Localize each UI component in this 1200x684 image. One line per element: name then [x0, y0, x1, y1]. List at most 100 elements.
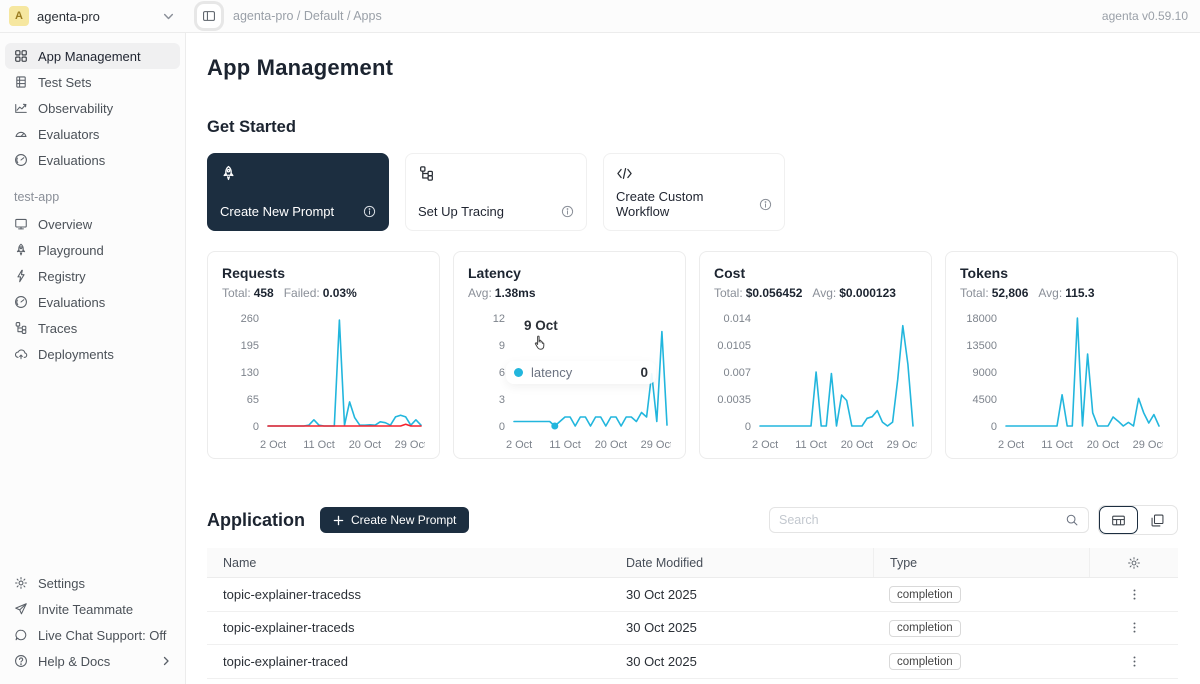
rocket-icon — [14, 243, 28, 257]
column-settings[interactable] — [1090, 556, 1178, 570]
stat-title: Latency — [468, 265, 671, 281]
requests-chart: 2601951306502 Oct11 Oct20 Oct29 Oct — [222, 310, 425, 461]
card-view-button[interactable] — [1138, 506, 1177, 534]
svg-text:0: 0 — [745, 421, 751, 433]
app-date: 30 Oct 2025 — [610, 654, 873, 669]
traces-icon — [14, 321, 28, 335]
table-row[interactable]: career-assessment 27 Oct 2025 completion — [207, 679, 1178, 684]
create-new-prompt-button[interactable]: Create New Prompt — [320, 507, 469, 533]
row-menu-button[interactable] — [1090, 621, 1178, 634]
sidebar-item-playground[interactable]: Playground — [5, 237, 180, 263]
lightning-icon — [14, 269, 28, 283]
tokens-card: Tokens Total:52,806 Avg:115.3 1800013500… — [945, 251, 1178, 459]
table-view-button[interactable] — [1099, 506, 1138, 534]
sidebar-item-label: Help & Docs — [38, 654, 110, 669]
sidebar-item-label: App Management — [38, 49, 141, 64]
svg-text:20 Oct: 20 Oct — [349, 439, 381, 451]
app-type: completion — [873, 653, 1090, 671]
app-name: topic-explainer-traced — [207, 654, 610, 669]
application-title: Application — [207, 510, 305, 531]
svg-text:11 Oct: 11 Oct — [795, 439, 827, 451]
svg-text:13500: 13500 — [966, 340, 997, 352]
card-label: Create Custom Workflow — [616, 189, 759, 219]
breadcrumb[interactable]: agenta-pro / Default / Apps — [233, 9, 382, 23]
sidebar-item-app-management[interactable]: App Management — [5, 43, 180, 69]
app-name: topic-explainer-tracedss — [207, 587, 610, 602]
test-sets-icon — [14, 75, 28, 89]
sidebar-item-traces[interactable]: Traces — [5, 315, 180, 341]
row-menu-button[interactable] — [1090, 655, 1178, 668]
info-icon[interactable] — [759, 198, 772, 211]
table-row[interactable]: topic-explainer-tracedss 30 Oct 2025 com… — [207, 578, 1178, 612]
sidebar-item-label: Invite Teammate — [38, 602, 133, 617]
svg-text:2 Oct: 2 Oct — [260, 439, 286, 451]
svg-text:3: 3 — [499, 394, 505, 406]
svg-text:12: 12 — [493, 313, 505, 325]
plus-icon — [333, 515, 344, 526]
svg-text:2 Oct: 2 Oct — [752, 439, 778, 451]
svg-text:260: 260 — [241, 313, 259, 325]
svg-text:65: 65 — [247, 394, 259, 406]
latency-chart: 1296302 Oct11 Oct20 Oct29 Oct9 Octlatenc… — [468, 310, 671, 461]
sidebar-item-label: Settings — [38, 576, 85, 591]
svg-text:29 Oct: 29 Oct — [395, 439, 425, 451]
sidebar-item-invite-teammate[interactable]: Invite Teammate — [5, 596, 180, 622]
sidebar-collapse-button[interactable] — [197, 4, 221, 28]
create-new-prompt-card[interactable]: Create New Prompt — [207, 153, 389, 231]
top-bar: A agenta-pro agenta-pro / Default / Apps… — [0, 0, 1200, 33]
sidebar-item-label: Evaluators — [38, 127, 99, 142]
svg-text:29 Oct: 29 Oct — [641, 439, 671, 451]
latency-card: Latency Avg:1.38ms 1296302 Oct11 Oct20 O… — [453, 251, 686, 459]
sidebar-item-label: Live Chat Support: Off — [38, 628, 166, 643]
sidebar-item-evaluators[interactable]: Evaluators — [5, 121, 180, 147]
chart-svg: 18000135009000450002 Oct11 Oct20 Oct29 O… — [960, 310, 1163, 456]
sidebar-item-label: Evaluations — [38, 295, 105, 310]
workspace-avatar: A — [9, 6, 29, 26]
stat-metric: Failed:0.03% — [284, 286, 357, 300]
svg-text:9: 9 — [499, 340, 505, 352]
table-row[interactable]: topic-explainer-traced 30 Oct 2025 compl… — [207, 645, 1178, 679]
row-menu-button[interactable] — [1090, 588, 1178, 601]
workspace-selector[interactable]: A agenta-pro — [0, 6, 186, 26]
svg-text:20 Oct: 20 Oct — [1087, 439, 1119, 451]
cloud-icon — [14, 347, 28, 361]
info-icon[interactable] — [561, 205, 574, 218]
sidebar-item-test-sets[interactable]: Test Sets — [5, 69, 180, 95]
svg-text:11 Oct: 11 Oct — [549, 439, 581, 451]
table-row[interactable]: topic-explainer-traceds 30 Oct 2025 comp… — [207, 612, 1178, 646]
svg-text:6: 6 — [499, 367, 505, 379]
stat-metric: Total:$0.056452 — [714, 286, 802, 300]
sidebar-item-label: Overview — [38, 217, 92, 232]
svg-text:2 Oct: 2 Oct — [998, 439, 1024, 451]
create-custom-workflow-card[interactable]: Create Custom Workflow — [603, 153, 785, 231]
sidebar-item-registry[interactable]: Registry — [5, 263, 180, 289]
sidebar-item-evaluations-app[interactable]: Evaluations — [5, 289, 180, 315]
svg-text:0: 0 — [499, 421, 505, 433]
info-icon[interactable] — [363, 205, 376, 218]
column-header-date-modified: Date Modified — [610, 556, 873, 570]
stat-title: Cost — [714, 265, 917, 281]
stat-metric: Avg:1.38ms — [468, 286, 536, 300]
svg-text:0.0105: 0.0105 — [717, 340, 751, 352]
sidebar-item-settings[interactable]: Settings — [5, 570, 180, 596]
search-box[interactable] — [769, 507, 1089, 533]
sidebar-item-overview[interactable]: Overview — [5, 211, 180, 237]
sidebar-item-deployments[interactable]: Deployments — [5, 341, 180, 367]
gauge-icon — [14, 127, 28, 141]
chevron-right-icon — [161, 656, 171, 666]
svg-text:20 Oct: 20 Oct — [841, 439, 873, 451]
stat-metric: Avg:$0.000123 — [812, 286, 896, 300]
sidebar-item-live-chat[interactable]: Live Chat Support: Off — [5, 622, 180, 648]
sidebar-item-observability[interactable]: Observability — [5, 95, 180, 121]
app-name: topic-explainer-traceds — [207, 620, 610, 635]
svg-text:0.014: 0.014 — [723, 313, 751, 325]
sidebar-item-help-docs[interactable]: Help & Docs — [5, 648, 180, 674]
search-input[interactable] — [779, 513, 1065, 527]
help-icon — [14, 654, 28, 668]
get-started-title: Get Started — [207, 118, 1178, 137]
set-up-tracing-card[interactable]: Set Up Tracing — [405, 153, 587, 231]
stats-row: Requests Total:458 Failed:0.03% 26019513… — [207, 251, 1178, 459]
app-date: 30 Oct 2025 — [610, 620, 873, 635]
column-header-name: Name — [207, 556, 610, 570]
sidebar-item-evaluations[interactable]: Evaluations — [5, 147, 180, 173]
